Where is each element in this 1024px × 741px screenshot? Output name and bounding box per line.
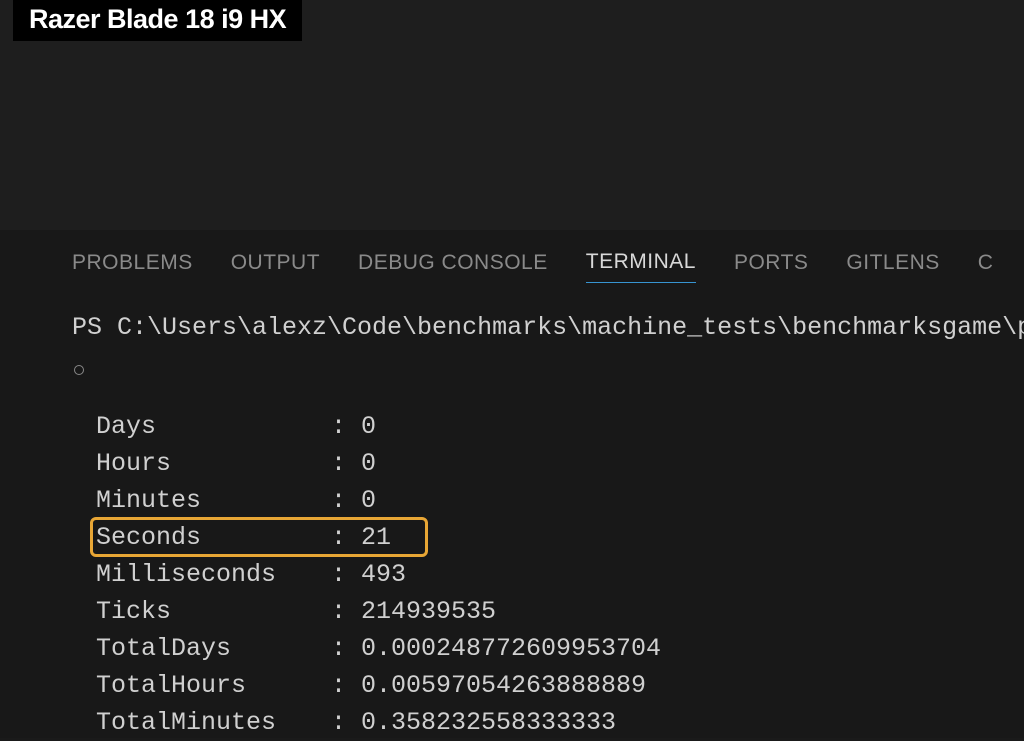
result-colon: : bbox=[331, 519, 361, 556]
result-colon: : bbox=[331, 704, 361, 741]
tab-terminal[interactable]: TERMINAL bbox=[586, 250, 696, 283]
result-label: Ticks bbox=[96, 593, 331, 630]
tab-debug-console[interactable]: DEBUG CONSOLE bbox=[358, 251, 548, 283]
result-label: Seconds bbox=[96, 519, 331, 556]
overlay-title: Razer Blade 18 i9 HX bbox=[13, 0, 302, 41]
result-label: Minutes bbox=[96, 482, 331, 519]
result-row-totaldays: TotalDays : 0.000248772609953704 bbox=[96, 630, 1024, 667]
result-row-days: Days : 0 bbox=[96, 408, 1024, 445]
result-value: 214939535 bbox=[361, 593, 496, 630]
result-value: 0 bbox=[361, 408, 376, 445]
bottom-panel: PROBLEMS OUTPUT DEBUG CONSOLE TERMINAL P… bbox=[50, 230, 1024, 738]
result-value: 0 bbox=[361, 445, 376, 482]
result-value: 0 bbox=[361, 482, 376, 519]
result-row-seconds: Seconds : 21 bbox=[96, 519, 1024, 556]
result-colon: : bbox=[331, 408, 361, 445]
result-row-milliseconds: Milliseconds : 493 bbox=[96, 556, 1024, 593]
result-colon: : bbox=[331, 445, 361, 482]
left-gutter bbox=[0, 230, 50, 738]
panel-tabs: PROBLEMS OUTPUT DEBUG CONSOLE TERMINAL P… bbox=[50, 230, 1024, 293]
result-value: 0.000248772609953704 bbox=[361, 630, 661, 667]
tab-output[interactable]: OUTPUT bbox=[231, 251, 320, 283]
result-row-hours: Hours : 0 bbox=[96, 445, 1024, 482]
result-colon: : bbox=[331, 593, 361, 630]
tab-ports[interactable]: PORTS bbox=[734, 251, 808, 283]
result-value: 0.358232558333333 bbox=[361, 704, 616, 741]
result-row-totalminutes: TotalMinutes : 0.358232558333333 bbox=[96, 704, 1024, 741]
result-colon: : bbox=[331, 556, 361, 593]
result-row-ticks: Ticks : 214939535 bbox=[96, 593, 1024, 630]
result-label: TotalDays bbox=[96, 630, 331, 667]
result-list: Days : 0 Hours : 0 Minutes : 0 Seconds :… bbox=[72, 408, 1024, 741]
result-label: Milliseconds bbox=[96, 556, 331, 593]
result-row-minutes: Minutes : 0 bbox=[96, 482, 1024, 519]
result-colon: : bbox=[331, 482, 361, 519]
spinner-icon bbox=[72, 350, 1024, 386]
result-value: 21 bbox=[361, 519, 391, 556]
result-colon: : bbox=[331, 630, 361, 667]
tab-problems[interactable]: PROBLEMS bbox=[72, 251, 193, 283]
result-label: TotalHours bbox=[96, 667, 331, 704]
terminal-output[interactable]: PS C:\Users\alexz\Code\benchmarks\machin… bbox=[50, 293, 1024, 741]
terminal-prompt: PS C:\Users\alexz\Code\benchmarks\machin… bbox=[72, 309, 1024, 346]
result-label: TotalMinutes bbox=[96, 704, 331, 741]
tab-extra[interactable]: C bbox=[978, 251, 994, 283]
result-value: 0.00597054263888889 bbox=[361, 667, 646, 704]
result-colon: : bbox=[331, 667, 361, 704]
result-label: Hours bbox=[96, 445, 331, 482]
result-label: Days bbox=[96, 408, 331, 445]
result-value: 493 bbox=[361, 556, 406, 593]
result-row-totalhours: TotalHours : 0.00597054263888889 bbox=[96, 667, 1024, 704]
tab-gitlens[interactable]: GITLENS bbox=[846, 251, 939, 283]
